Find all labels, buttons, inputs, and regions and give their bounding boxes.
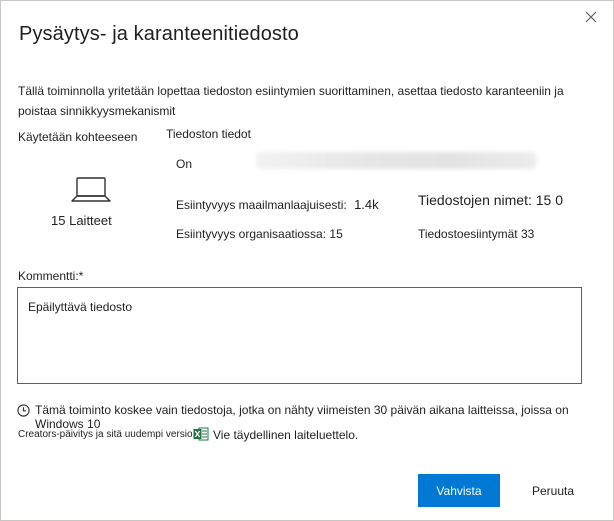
device-count-value: 15 [51, 213, 66, 228]
close-button[interactable] [580, 6, 602, 28]
file-occurrences: Tiedostoesiintymät 33 [418, 227, 534, 241]
file-occurrences-value: 33 [520, 227, 535, 241]
close-icon [585, 11, 597, 23]
organization-prevalence: Esiintyvyys organisaatiossa: 15 [176, 227, 343, 241]
file-names-label: Tiedostojen nimet: [418, 192, 532, 208]
scope-note: Tämä toiminto koskee vain tiedostoja, jo… [35, 403, 569, 431]
file-names-value: 15 0 [535, 192, 564, 208]
laptop-icon [71, 176, 111, 209]
organization-prevalence-value: 15 [329, 227, 343, 241]
comment-field-container: Epäilyttävä tiedosto [17, 287, 582, 384]
applied-to-label: Käytetään kohteeseen [18, 130, 138, 144]
excel-icon[interactable] [193, 426, 209, 447]
scope-note-continued: Creators-päivitys ja sitä uudempi versio [18, 429, 193, 440]
device-count: 15 Laitteet [51, 213, 112, 228]
worldwide-prevalence-label: Esiintyvyys maailmanlaajuisesti: [176, 198, 347, 212]
worldwide-prevalence-value: 1.4k [354, 197, 379, 212]
comment-label: Kommentti:* [18, 269, 84, 283]
comment-field[interactable]: Epäilyttävä tiedosto [18, 288, 581, 383]
organization-prevalence-label: Esiintyvyys organisaatiossa: [176, 227, 327, 241]
redacted-file-path [256, 152, 536, 169]
cancel-button[interactable]: Peruuta [516, 474, 590, 507]
file-details-label: Tiedoston tiedot [166, 127, 251, 141]
dialog-title: Pysäytys- ja karanteenitiedosto [19, 23, 299, 45]
file-on-label: On [176, 157, 193, 171]
file-names: Tiedostojen nimet: 15 0 [418, 192, 563, 208]
clock-icon [17, 404, 30, 422]
stop-and-quarantine-dialog: Pysäytys- ja karanteenitiedosto Tällä to… [0, 0, 614, 521]
device-count-label: Laitteet [69, 213, 112, 228]
worldwide-prevalence: Esiintyvyys maailmanlaajuisesti: 1.4k [176, 197, 379, 212]
dialog-description: Tällä toiminnolla yritetään lopettaa tie… [18, 84, 564, 118]
file-occurrences-label: Tiedostoesiintymät [418, 227, 518, 241]
export-device-list-link[interactable]: Vie täydellinen laiteluettelo. [213, 428, 358, 442]
confirm-button[interactable]: Vahvista [418, 474, 500, 507]
